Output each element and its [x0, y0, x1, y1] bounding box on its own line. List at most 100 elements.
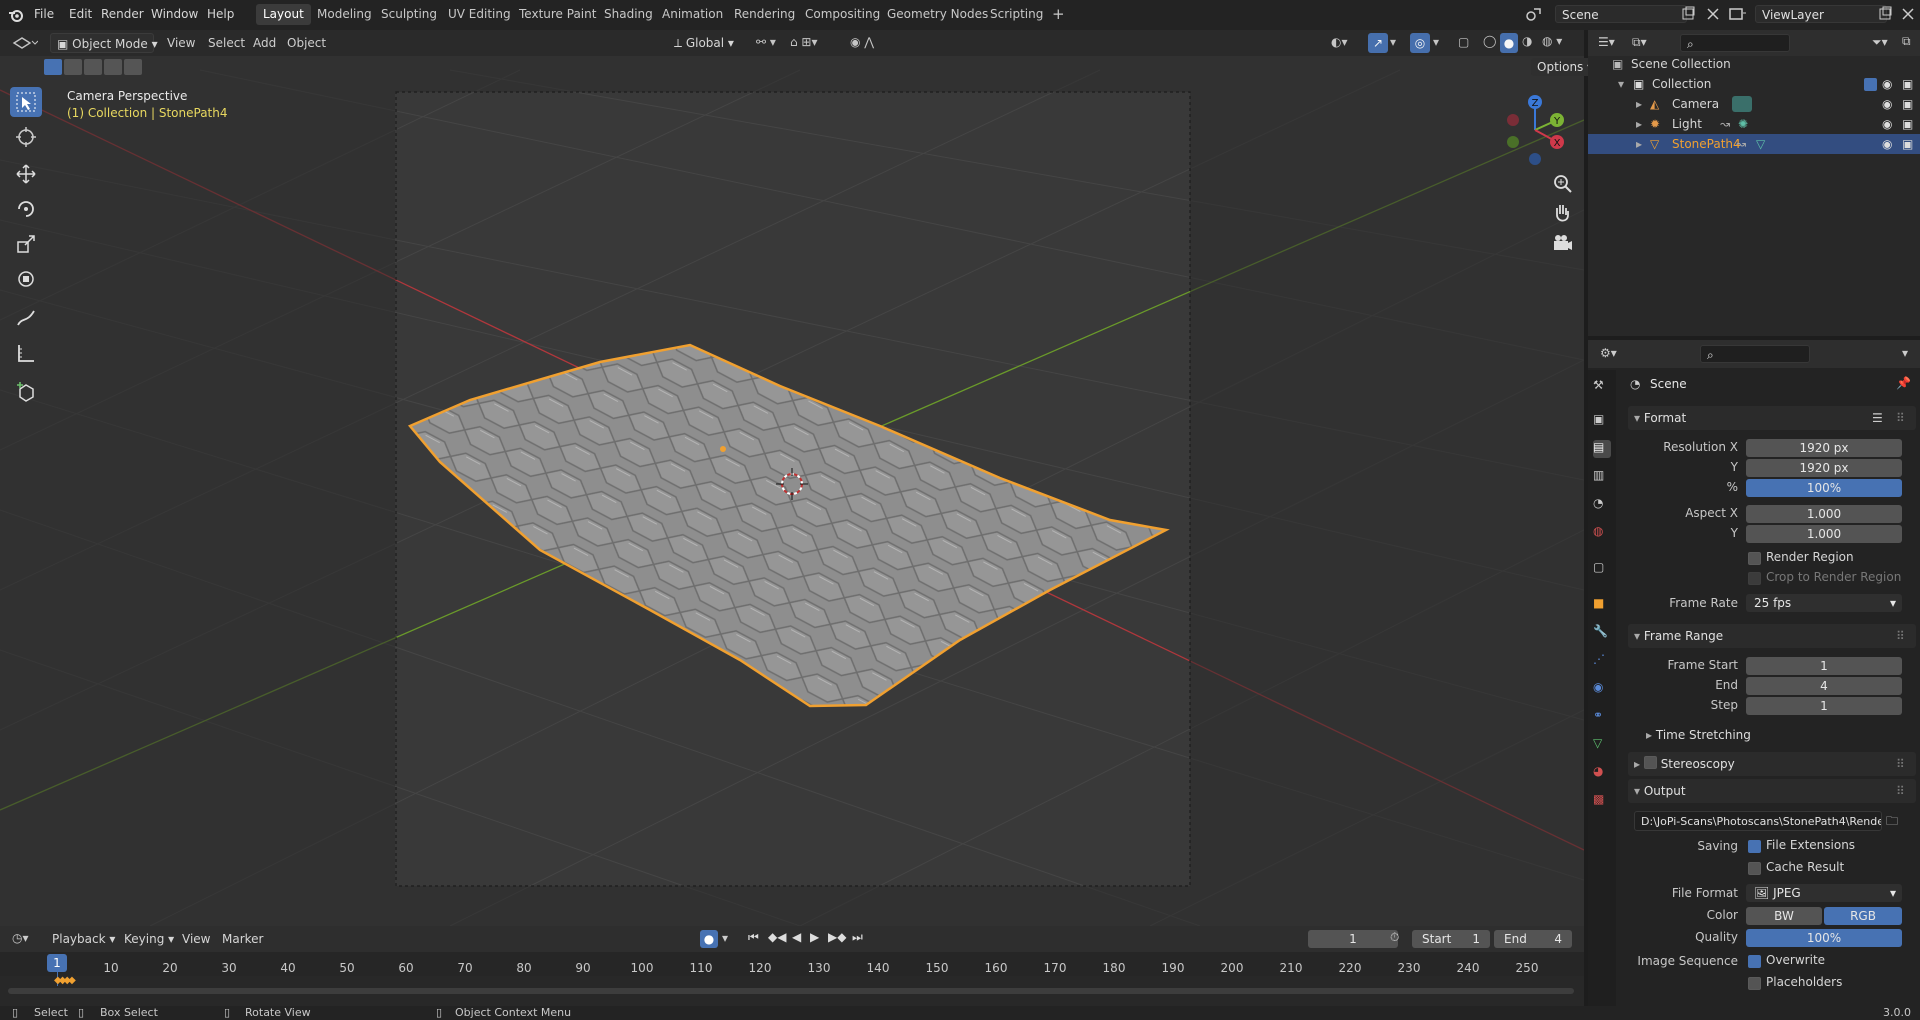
placeholders-checkbox[interactable]	[1748, 977, 1761, 990]
overlay-dropdown-icon[interactable]: ▾	[1433, 35, 1439, 49]
eye-icon[interactable]: ◉	[1882, 134, 1892, 154]
frame-start-field[interactable]: 1	[1746, 657, 1902, 675]
display-mode-icon[interactable]: ⧉▾	[1632, 35, 1647, 50]
light-data-icon[interactable]: ✺	[1738, 114, 1748, 134]
select-subtract-icon[interactable]	[84, 59, 102, 75]
navigation-gizmo[interactable]: Z Y X	[1500, 90, 1570, 170]
add-workspace-button[interactable]: +	[1045, 4, 1072, 25]
filter-icon[interactable]: ⏷▾	[1872, 35, 1888, 50]
gizmo-dropdown-icon[interactable]: ▾	[1390, 35, 1396, 49]
timeline-menu-keying[interactable]: Keying ▾	[124, 932, 174, 946]
menu-help[interactable]: Help	[207, 7, 234, 21]
tab-world-icon[interactable]: ◍	[1593, 524, 1611, 542]
crop-region-checkbox[interactable]	[1748, 572, 1761, 585]
select-new-icon[interactable]	[44, 59, 62, 75]
select-intersect-icon[interactable]	[124, 59, 142, 75]
camera-view-button[interactable]	[1549, 230, 1577, 258]
collapse-chevron-icon[interactable]: ▾	[1618, 74, 1624, 94]
tab-scripting[interactable]: Scripting	[983, 4, 1050, 25]
proportional-edit-icon[interactable]: ◉ ⋀	[850, 35, 874, 49]
eye-icon[interactable]: ◉	[1882, 74, 1892, 94]
drag-handle-icon[interactable]: ⠿	[1896, 752, 1905, 776]
render-camera-icon[interactable]: ▣	[1902, 74, 1913, 94]
xray-icon[interactable]: ▢	[1458, 35, 1469, 49]
properties-search-input[interactable]: ⌕	[1700, 345, 1810, 363]
pivot-icon[interactable]: ⚯ ▾	[756, 35, 776, 49]
scene-icon[interactable]	[1525, 6, 1543, 22]
file-format-dropdown[interactable]: 🖼 JPEG ▾	[1746, 884, 1902, 902]
tab-tool-icon[interactable]: ⚒	[1593, 378, 1611, 396]
timeline-end-field[interactable]: End 4	[1494, 930, 1572, 948]
tab-shading[interactable]: Shading	[597, 4, 660, 25]
copy-view-layer-icon[interactable]	[1877, 6, 1893, 22]
tab-scene-icon[interactable]: ◔	[1593, 496, 1611, 514]
tab-uv-editing[interactable]: UV Editing	[441, 4, 518, 25]
viewport-menu-select[interactable]: Select	[208, 36, 245, 50]
tab-compositing[interactable]: Compositing	[798, 4, 887, 25]
aspect-y-field[interactable]: 1.000	[1746, 525, 1902, 543]
pan-button[interactable]	[1549, 200, 1577, 228]
remove-view-layer-icon[interactable]	[1900, 6, 1916, 22]
tab-object-icon[interactable]: ■	[1593, 596, 1611, 614]
timeline-menu-marker[interactable]: Marker	[222, 932, 263, 946]
visibility-icon[interactable]: ◐▾	[1331, 35, 1348, 49]
resolution-x-field[interactable]: 1920 px	[1746, 439, 1902, 457]
frame-end-field[interactable]: 4	[1746, 677, 1902, 695]
menu-render[interactable]: Render	[101, 7, 144, 21]
camera-data-icon[interactable]	[1732, 96, 1752, 112]
add-cube-tool[interactable]	[10, 377, 42, 407]
color-rgb-button[interactable]: RGB	[1824, 907, 1902, 925]
tab-constraints-icon[interactable]: ⚭	[1593, 708, 1611, 726]
outliner-scene-collection[interactable]: ▣ Scene Collection	[1588, 54, 1920, 74]
scale-tool[interactable]	[10, 229, 42, 259]
new-collection-icon[interactable]: ⧉	[1902, 34, 1911, 49]
material-shading-icon[interactable]: ◑	[1522, 34, 1532, 48]
panel-frame-range[interactable]: ▾ Frame Range ⠿	[1628, 624, 1916, 648]
presets-icon[interactable]: ☰	[1872, 406, 1883, 430]
outliner-item-light[interactable]: ▸ ✹ Light ↝ ✺ ◉ ▣	[1588, 114, 1920, 134]
aspect-x-field[interactable]: 1.000	[1746, 505, 1902, 523]
select-box-tool[interactable]	[10, 87, 42, 117]
rotate-tool[interactable]	[10, 194, 42, 224]
color-bw-button[interactable]: BW	[1746, 907, 1822, 925]
copy-scene-icon[interactable]	[1680, 6, 1696, 22]
panel-output[interactable]: ▾ Output ⠿	[1628, 779, 1916, 803]
menu-file[interactable]: File	[34, 7, 54, 21]
current-frame-field[interactable]: 1	[1308, 930, 1398, 948]
blender-logo-icon[interactable]	[8, 7, 24, 23]
stereoscopy-checkbox[interactable]	[1643, 756, 1657, 769]
remove-scene-icon[interactable]	[1705, 6, 1721, 22]
editor-type-icon[interactable]	[12, 35, 38, 51]
panel-format[interactable]: ▾ Format ☰ ⠿	[1628, 406, 1916, 430]
expand-chevron-icon[interactable]: ▸	[1636, 94, 1642, 114]
tab-modifier-icon[interactable]: 🔧	[1593, 624, 1611, 642]
timeline-menu-view[interactable]: View	[182, 932, 210, 946]
pin-icon[interactable]: 📌	[1896, 376, 1911, 390]
menu-edit[interactable]: Edit	[69, 7, 92, 21]
collection-include-checkbox[interactable]	[1864, 78, 1877, 91]
tab-sculpting[interactable]: Sculpting	[374, 4, 444, 25]
orientation-dropdown[interactable]: ⟂ Global ▾	[668, 33, 748, 53]
timeline-start-field[interactable]: Start 1	[1412, 930, 1490, 948]
properties-editor-icon[interactable]: ⚙▾	[1600, 346, 1617, 360]
tab-output-icon[interactable]: ▤	[1593, 440, 1611, 458]
timeline-editor-icon[interactable]: ◷▾	[12, 931, 29, 945]
viewport-menu-object[interactable]: Object	[287, 36, 326, 50]
stonepath-mesh[interactable]	[407, 343, 1170, 708]
drag-handle-icon[interactable]: ⠿	[1896, 406, 1905, 430]
resolution-percent-field[interactable]: 100%	[1746, 479, 1902, 497]
next-keyframe-icon[interactable]: ▶◆	[828, 930, 846, 944]
tab-texture-icon[interactable]: ▩	[1593, 792, 1611, 810]
prev-keyframe-icon[interactable]: ◆◀	[768, 930, 786, 944]
select-extend-icon[interactable]	[64, 59, 82, 75]
properties-options-icon[interactable]: ▾	[1902, 346, 1908, 360]
outliner-item-camera[interactable]: ▸ ◭ Camera ◉ ▣	[1588, 94, 1920, 114]
tab-collection-icon[interactable]: ▢	[1593, 560, 1611, 578]
tab-modeling[interactable]: Modeling	[310, 4, 379, 25]
zoom-button[interactable]	[1549, 170, 1577, 198]
rendered-shading-icon[interactable]: ◍ ▾	[1542, 34, 1562, 48]
3d-viewport[interactable]: Camera Perspective (1) Collection | Ston…	[0, 30, 1584, 926]
mode-dropdown[interactable]: ▣ Object Mode ▾	[50, 33, 158, 53]
eye-icon[interactable]: ◉	[1882, 114, 1892, 134]
quality-slider[interactable]: 100%	[1746, 929, 1902, 947]
